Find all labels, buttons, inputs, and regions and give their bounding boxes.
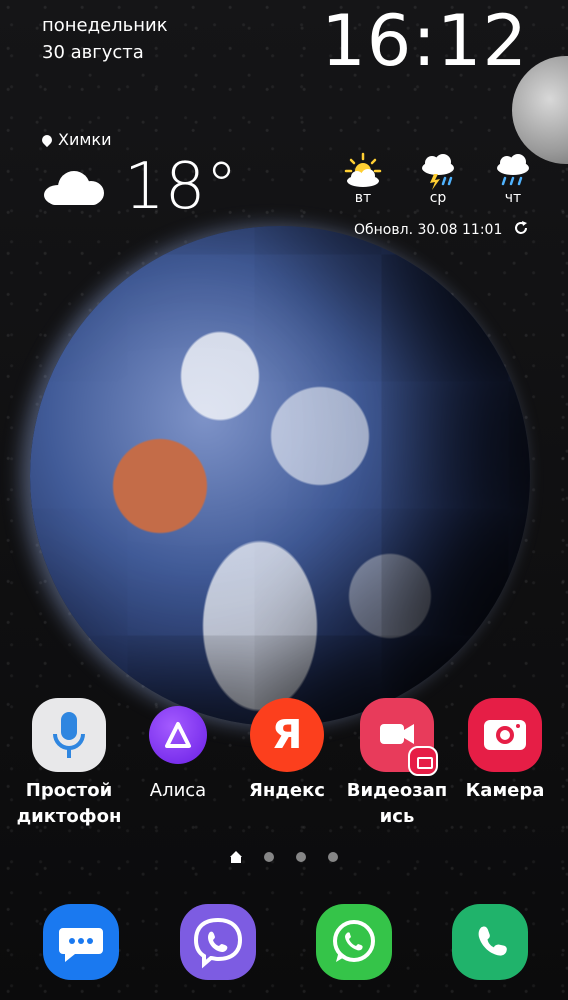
weather-updated-text: Обновл. 30.08 11:01	[354, 222, 503, 238]
phone-icon[interactable]	[452, 904, 528, 980]
date: 30 августа	[42, 42, 144, 63]
chat-icon[interactable]	[43, 904, 119, 980]
camera-icon	[468, 698, 542, 772]
temperature: 18°	[124, 150, 238, 224]
weather-forecast[interactable]: вт ср чт	[338, 152, 538, 206]
app-label: Простой диктофон	[16, 780, 122, 827]
weather-widget[interactable]: Химки 18°	[39, 130, 238, 224]
thunderstorm-icon	[413, 152, 463, 190]
weather-updated[interactable]: Обновл. 30.08 11:01	[354, 220, 529, 238]
app-dictaphone[interactable]: Простой диктофон	[14, 698, 124, 830]
page-dot[interactable]	[264, 852, 274, 862]
page-dot[interactable]	[328, 852, 338, 862]
yandex-icon: Я	[250, 698, 324, 772]
app-label: Яндекс	[249, 780, 325, 801]
weather-location: Химки	[39, 130, 237, 149]
weekday: понедельник	[42, 15, 168, 36]
whatsapp-icon[interactable]	[316, 904, 392, 980]
app-yandex[interactable]: Я Яндекс	[232, 698, 342, 804]
earth-globe	[30, 226, 530, 726]
app-label: Видеозапись	[346, 780, 448, 827]
alice-icon	[149, 706, 207, 764]
app-label: Камера	[465, 780, 545, 801]
location-name: Химки	[58, 130, 112, 149]
forecast-day-label: чт	[504, 190, 522, 206]
app-label: Алиса	[149, 780, 207, 801]
home-page-indicator-icon[interactable]	[230, 851, 242, 863]
page-dot[interactable]	[296, 852, 306, 862]
yandex-letter: Я	[271, 712, 303, 758]
app-camera[interactable]: Камера	[450, 698, 560, 804]
date-widget[interactable]: понедельник 30 августа	[42, 12, 168, 66]
clock[interactable]: 16:12	[321, 0, 528, 82]
app-row: Простой диктофон Алиса Я Яндекс Видеозап…	[0, 698, 568, 838]
video-icon	[360, 698, 438, 776]
viber-icon[interactable]	[180, 904, 256, 980]
microphone-icon	[32, 698, 106, 772]
forecast-day: чт	[488, 152, 538, 206]
refresh-icon[interactable]	[513, 220, 529, 236]
camera-badge-icon	[408, 746, 438, 776]
forecast-day-label: ср	[429, 190, 447, 206]
page-indicator	[0, 851, 568, 863]
rain-icon	[488, 152, 538, 190]
forecast-day: вт	[338, 152, 388, 206]
cloud-icon	[40, 169, 106, 205]
app-video-recorder[interactable]: Видеозапись	[342, 698, 452, 830]
app-alice[interactable]: Алиса	[123, 698, 233, 804]
forecast-day-label: вт	[354, 190, 372, 206]
sun-cloud-icon	[338, 152, 388, 190]
forecast-day: ср	[413, 152, 463, 206]
location-pin-icon	[39, 132, 55, 147]
